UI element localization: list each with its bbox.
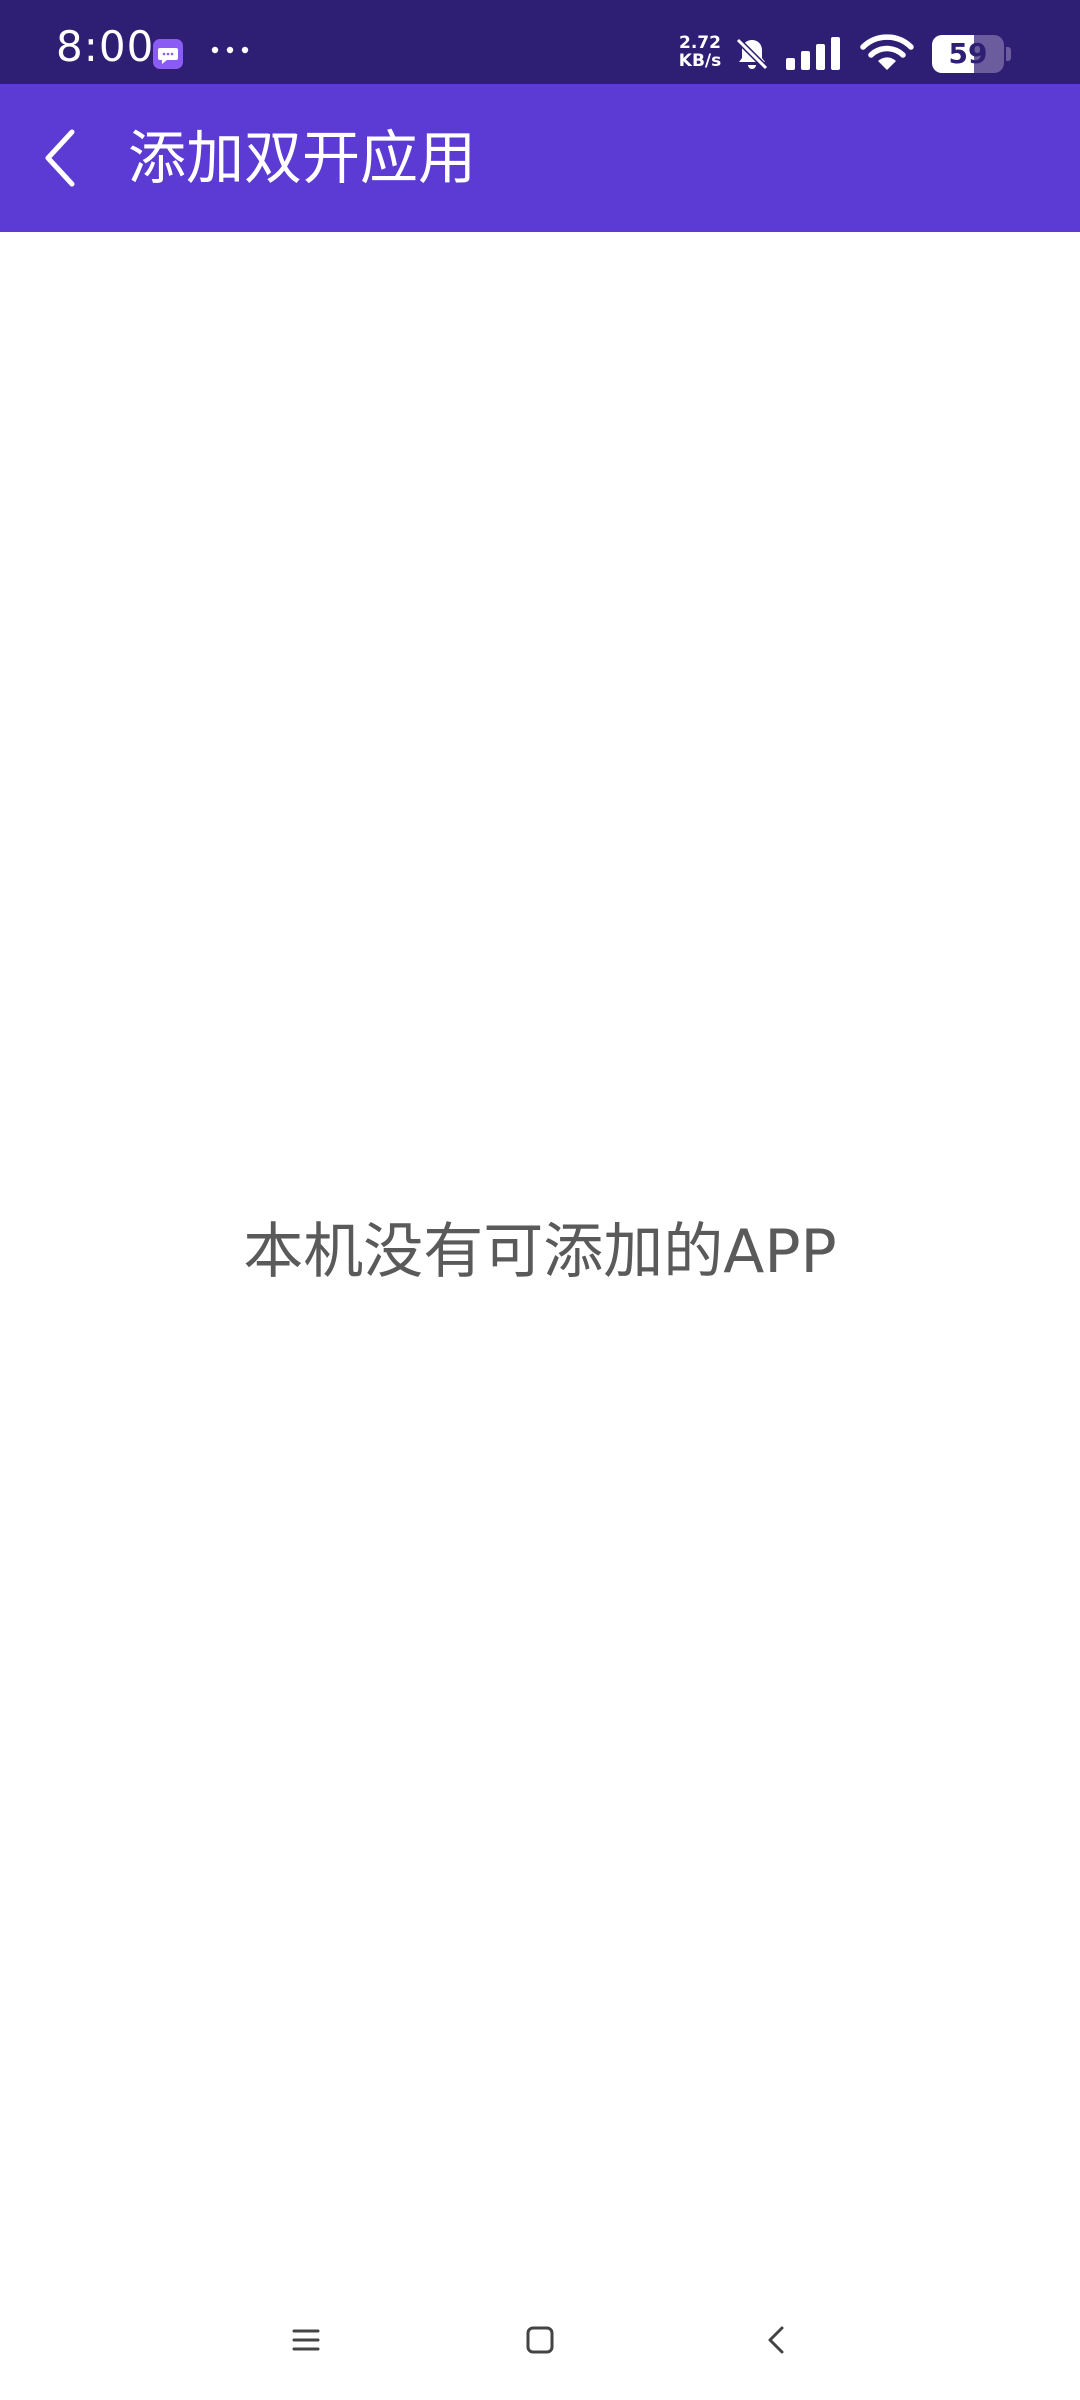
status-time: 8:00 [56, 22, 155, 71]
menu-icon[interactable] [286, 2320, 326, 2360]
app-bar: 添加双开应用 [0, 84, 1080, 232]
wifi-icon [860, 34, 914, 70]
network-speed-unit: KB/s [678, 51, 722, 71]
message-app-icon [153, 39, 183, 69]
page-title: 添加双开应用 [128, 124, 477, 192]
status-bar: 8:00 2.72 KB/s 59 [0, 0, 1080, 84]
more-dots-icon [211, 46, 249, 54]
chevron-left-icon [45, 129, 75, 187]
back-button[interactable] [30, 118, 98, 198]
home-square-icon[interactable] [520, 2320, 560, 2360]
battery-tip [1006, 47, 1011, 61]
battery-icon: 59 [932, 35, 1012, 73]
battery-shell: 59 [932, 35, 1004, 73]
signal-icon [786, 37, 840, 70]
network-speed-value: 2.72 [679, 33, 721, 53]
navigation-bar [0, 2300, 1080, 2400]
battery-level-text: 59 [948, 37, 988, 70]
network-speed: 2.72 KB/s [674, 34, 726, 70]
back-chevron-icon[interactable] [757, 2320, 797, 2360]
empty-state-message: 本机没有可添加的APP [243, 1217, 837, 1287]
bell-muted-icon [735, 37, 769, 71]
